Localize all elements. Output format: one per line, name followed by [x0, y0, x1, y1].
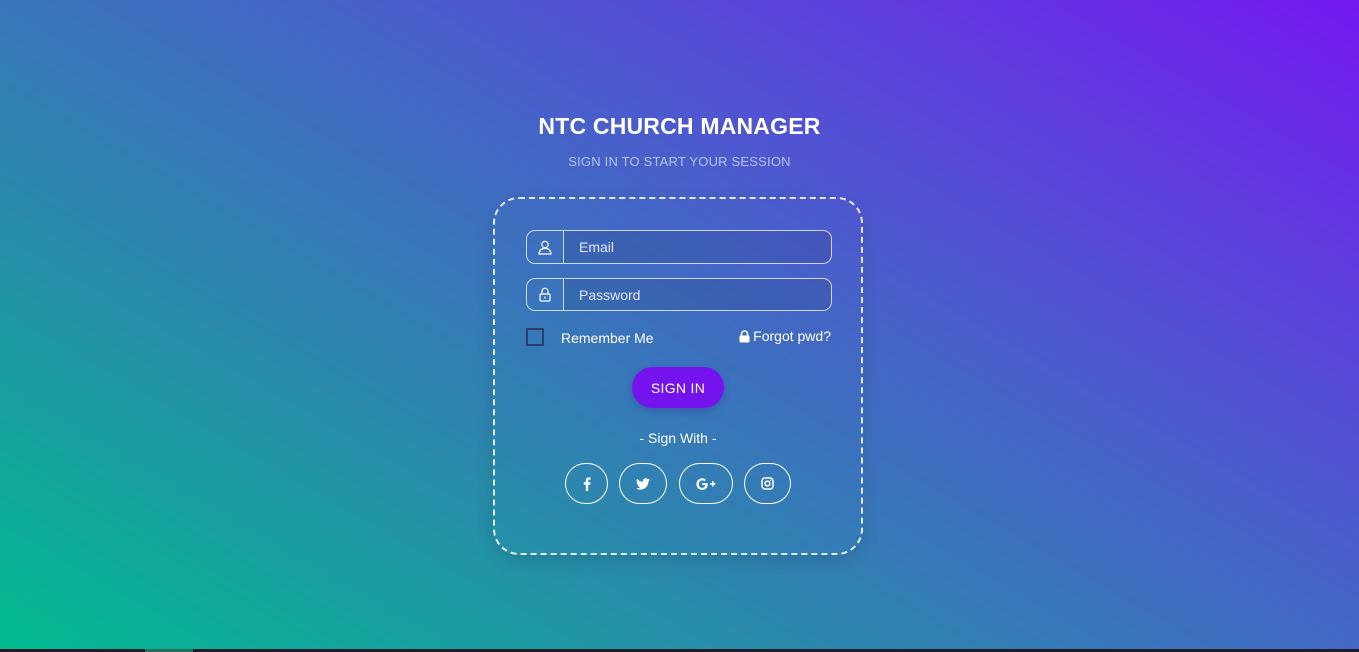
forgot-password-label: Forgot pwd?: [753, 328, 831, 344]
twitter-button[interactable]: [619, 463, 667, 504]
remember-label: Remember Me: [561, 330, 654, 346]
sign-with-label: - Sign With -: [639, 430, 717, 446]
forgot-password-link[interactable]: Forgot pwd?: [739, 328, 831, 344]
email-input-group: [526, 230, 832, 264]
user-icon: [526, 230, 563, 264]
instagram-icon: [761, 477, 774, 490]
facebook-button[interactable]: [565, 463, 608, 504]
password-input-group: [526, 278, 832, 311]
email-field[interactable]: [563, 230, 832, 264]
instagram-button[interactable]: [744, 463, 791, 504]
twitter-icon: [636, 477, 650, 490]
lock-icon: [526, 278, 563, 311]
login-card: Remember Me Forgot pwd? SIGN IN - Sign W…: [493, 197, 863, 555]
facebook-icon: [583, 476, 591, 491]
remember-checkbox[interactable]: [526, 327, 544, 346]
page-title: NTC CHURCH MANAGER: [538, 113, 821, 139]
password-field[interactable]: [563, 278, 832, 311]
page-subtitle: SIGN IN TO START YOUR SESSION: [568, 154, 791, 169]
remember-me[interactable]: Remember Me: [526, 327, 654, 346]
google-plus-button[interactable]: [679, 463, 733, 504]
google-plus-icon: [696, 477, 716, 490]
padlock-icon: [739, 329, 750, 342]
sign-in-button[interactable]: SIGN IN: [632, 367, 724, 408]
